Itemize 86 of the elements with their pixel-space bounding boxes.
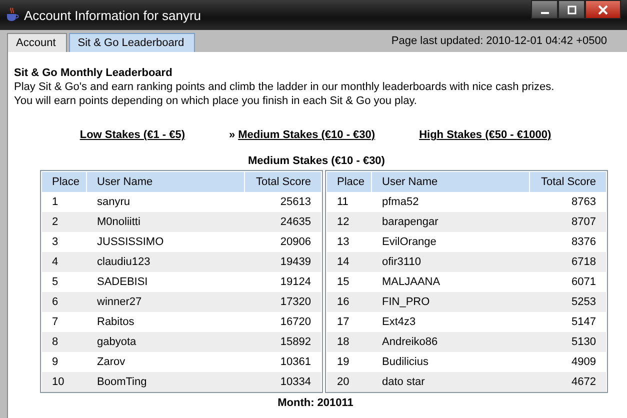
table-cell-text: Ext4z3 bbox=[381, 316, 417, 328]
column-header: User Name bbox=[87, 172, 245, 192]
table-cell-text: 20906 bbox=[279, 236, 312, 248]
table-cell-text: Andreiko86 bbox=[381, 336, 439, 348]
table-cell-text: 1 bbox=[51, 196, 60, 208]
table-cell-text: Zarov bbox=[96, 356, 126, 368]
table-cell-text: EvilOrange bbox=[381, 236, 438, 248]
table-cell-text: 2 bbox=[51, 216, 60, 228]
table-cell-text: 5 bbox=[51, 276, 60, 288]
table-cell-text: ofir3110 bbox=[381, 256, 422, 268]
table-cell-text: 8763 bbox=[570, 196, 597, 208]
coffee-cup-icon bbox=[4, 7, 20, 23]
table-cell-text: SADEBISI bbox=[96, 276, 149, 288]
table-title: Medium Stakes (€10 - €30) bbox=[247, 155, 386, 167]
table-cell-text: 19124 bbox=[279, 276, 312, 288]
table-cell-text: 18 bbox=[336, 336, 350, 348]
table-cell-text: 7 bbox=[51, 316, 60, 328]
table-cell-text: 6 bbox=[51, 296, 60, 308]
table-cell-text: 16720 bbox=[279, 316, 312, 328]
table-cell-text: 5130 bbox=[570, 336, 597, 348]
table-cell-text: Rabitos bbox=[96, 316, 136, 328]
intro-text: You will earn points depending on which place you finish in each Sit & Go you play. bbox=[14, 94, 418, 108]
table-cell-text: 4672 bbox=[570, 376, 597, 388]
close-icon bbox=[597, 4, 609, 14]
table-cell-text: 10 bbox=[51, 376, 66, 388]
selection-marker: » bbox=[229, 129, 236, 141]
column-header: User Name bbox=[372, 172, 530, 192]
table-cell-text: 10361 bbox=[279, 356, 312, 368]
maximize-icon bbox=[566, 4, 578, 14]
window-title: Account Information for sanyru bbox=[24, 8, 202, 22]
table-cell-text: 4 bbox=[51, 256, 60, 268]
table-cell-text: 17 bbox=[336, 316, 350, 328]
stakes-link[interactable]: Medium Stakes (€10 - €30) bbox=[238, 129, 376, 141]
minimize-button[interactable] bbox=[531, 0, 558, 19]
table-cell-text: barapengar bbox=[381, 216, 440, 228]
table-cell-text: 11 bbox=[336, 196, 350, 208]
table-cell-text: JUSSISSIMO bbox=[96, 236, 165, 248]
table-cell-text: 15 bbox=[336, 276, 350, 288]
table-cell-text: winner27 bbox=[96, 296, 143, 308]
table-cell-text: sanyru bbox=[96, 196, 132, 208]
table-cell-text: 4909 bbox=[570, 356, 597, 368]
intro-text: Play Sit & Go's and earn ranking points and climb the ladder in our monthly leaderboards with nice cash prizes. bbox=[14, 80, 556, 94]
table-cell-text: 20 bbox=[336, 376, 350, 388]
stakes-link[interactable]: Low Stakes (€1 - €5) bbox=[80, 129, 185, 141]
table-cell-text: Budilicius bbox=[381, 356, 430, 368]
column-header: Place bbox=[327, 172, 372, 192]
table-cell-text: 5147 bbox=[570, 316, 597, 328]
table-cell-text: FIN_PRO bbox=[381, 296, 431, 308]
table-cell-text: pfma52 bbox=[381, 196, 420, 208]
minimize-icon bbox=[540, 12, 548, 14]
table-cell-text: 8 bbox=[51, 336, 60, 348]
table-cell-text: 5253 bbox=[570, 296, 597, 308]
section-heading: Sit & Go Monthly Leaderboard bbox=[14, 66, 174, 80]
table-cell-text: 16 bbox=[336, 296, 350, 308]
table-cell-text: 10334 bbox=[279, 376, 312, 388]
close-button[interactable] bbox=[585, 0, 621, 19]
table-cell-text: 8707 bbox=[570, 216, 597, 228]
table-cell-text: 24635 bbox=[279, 216, 312, 228]
table-cell-text: 15892 bbox=[279, 336, 312, 348]
table-cell-text: 6718 bbox=[570, 256, 597, 268]
tab[interactable]: Account bbox=[7, 33, 67, 52]
table-cell-text: gabyota bbox=[96, 336, 138, 348]
maximize-button[interactable] bbox=[558, 0, 585, 19]
table-cell-text: 6071 bbox=[570, 276, 597, 288]
table-cell-text: 19 bbox=[336, 356, 350, 368]
table-cell-text: M0noliitti bbox=[96, 216, 142, 228]
table-cell-text: 12 bbox=[336, 216, 350, 228]
table-cell-text: 3 bbox=[51, 236, 60, 248]
column-header: Total Score bbox=[540, 175, 597, 190]
column-header: Place bbox=[42, 172, 87, 192]
table-cell-text: dato star bbox=[381, 376, 426, 388]
month-label: Month: 201011 bbox=[276, 397, 354, 409]
table-cell-text: BoomTing bbox=[96, 376, 148, 388]
table-cell-text: 14 bbox=[336, 256, 350, 268]
table-cell-text: 25613 bbox=[279, 196, 312, 208]
tab[interactable]: Sit & Go Leaderboard bbox=[68, 33, 196, 52]
table-cell-text: 8376 bbox=[570, 236, 597, 248]
stakes-link[interactable]: High Stakes (€50 - €1000) bbox=[419, 129, 552, 141]
table-cell-text: 13 bbox=[336, 236, 350, 248]
last-updated-text: Page last updated: 2010-12-01 04:42 +0500 bbox=[391, 35, 607, 47]
table-cell-text: claudiu123 bbox=[96, 256, 152, 268]
table-cell-text: 17320 bbox=[279, 296, 312, 308]
table-cell-text: 19439 bbox=[279, 256, 312, 268]
table-cell-text: MALJAANA bbox=[381, 276, 442, 288]
table-cell-text: 9 bbox=[51, 356, 60, 368]
column-header: Total Score bbox=[254, 175, 312, 190]
